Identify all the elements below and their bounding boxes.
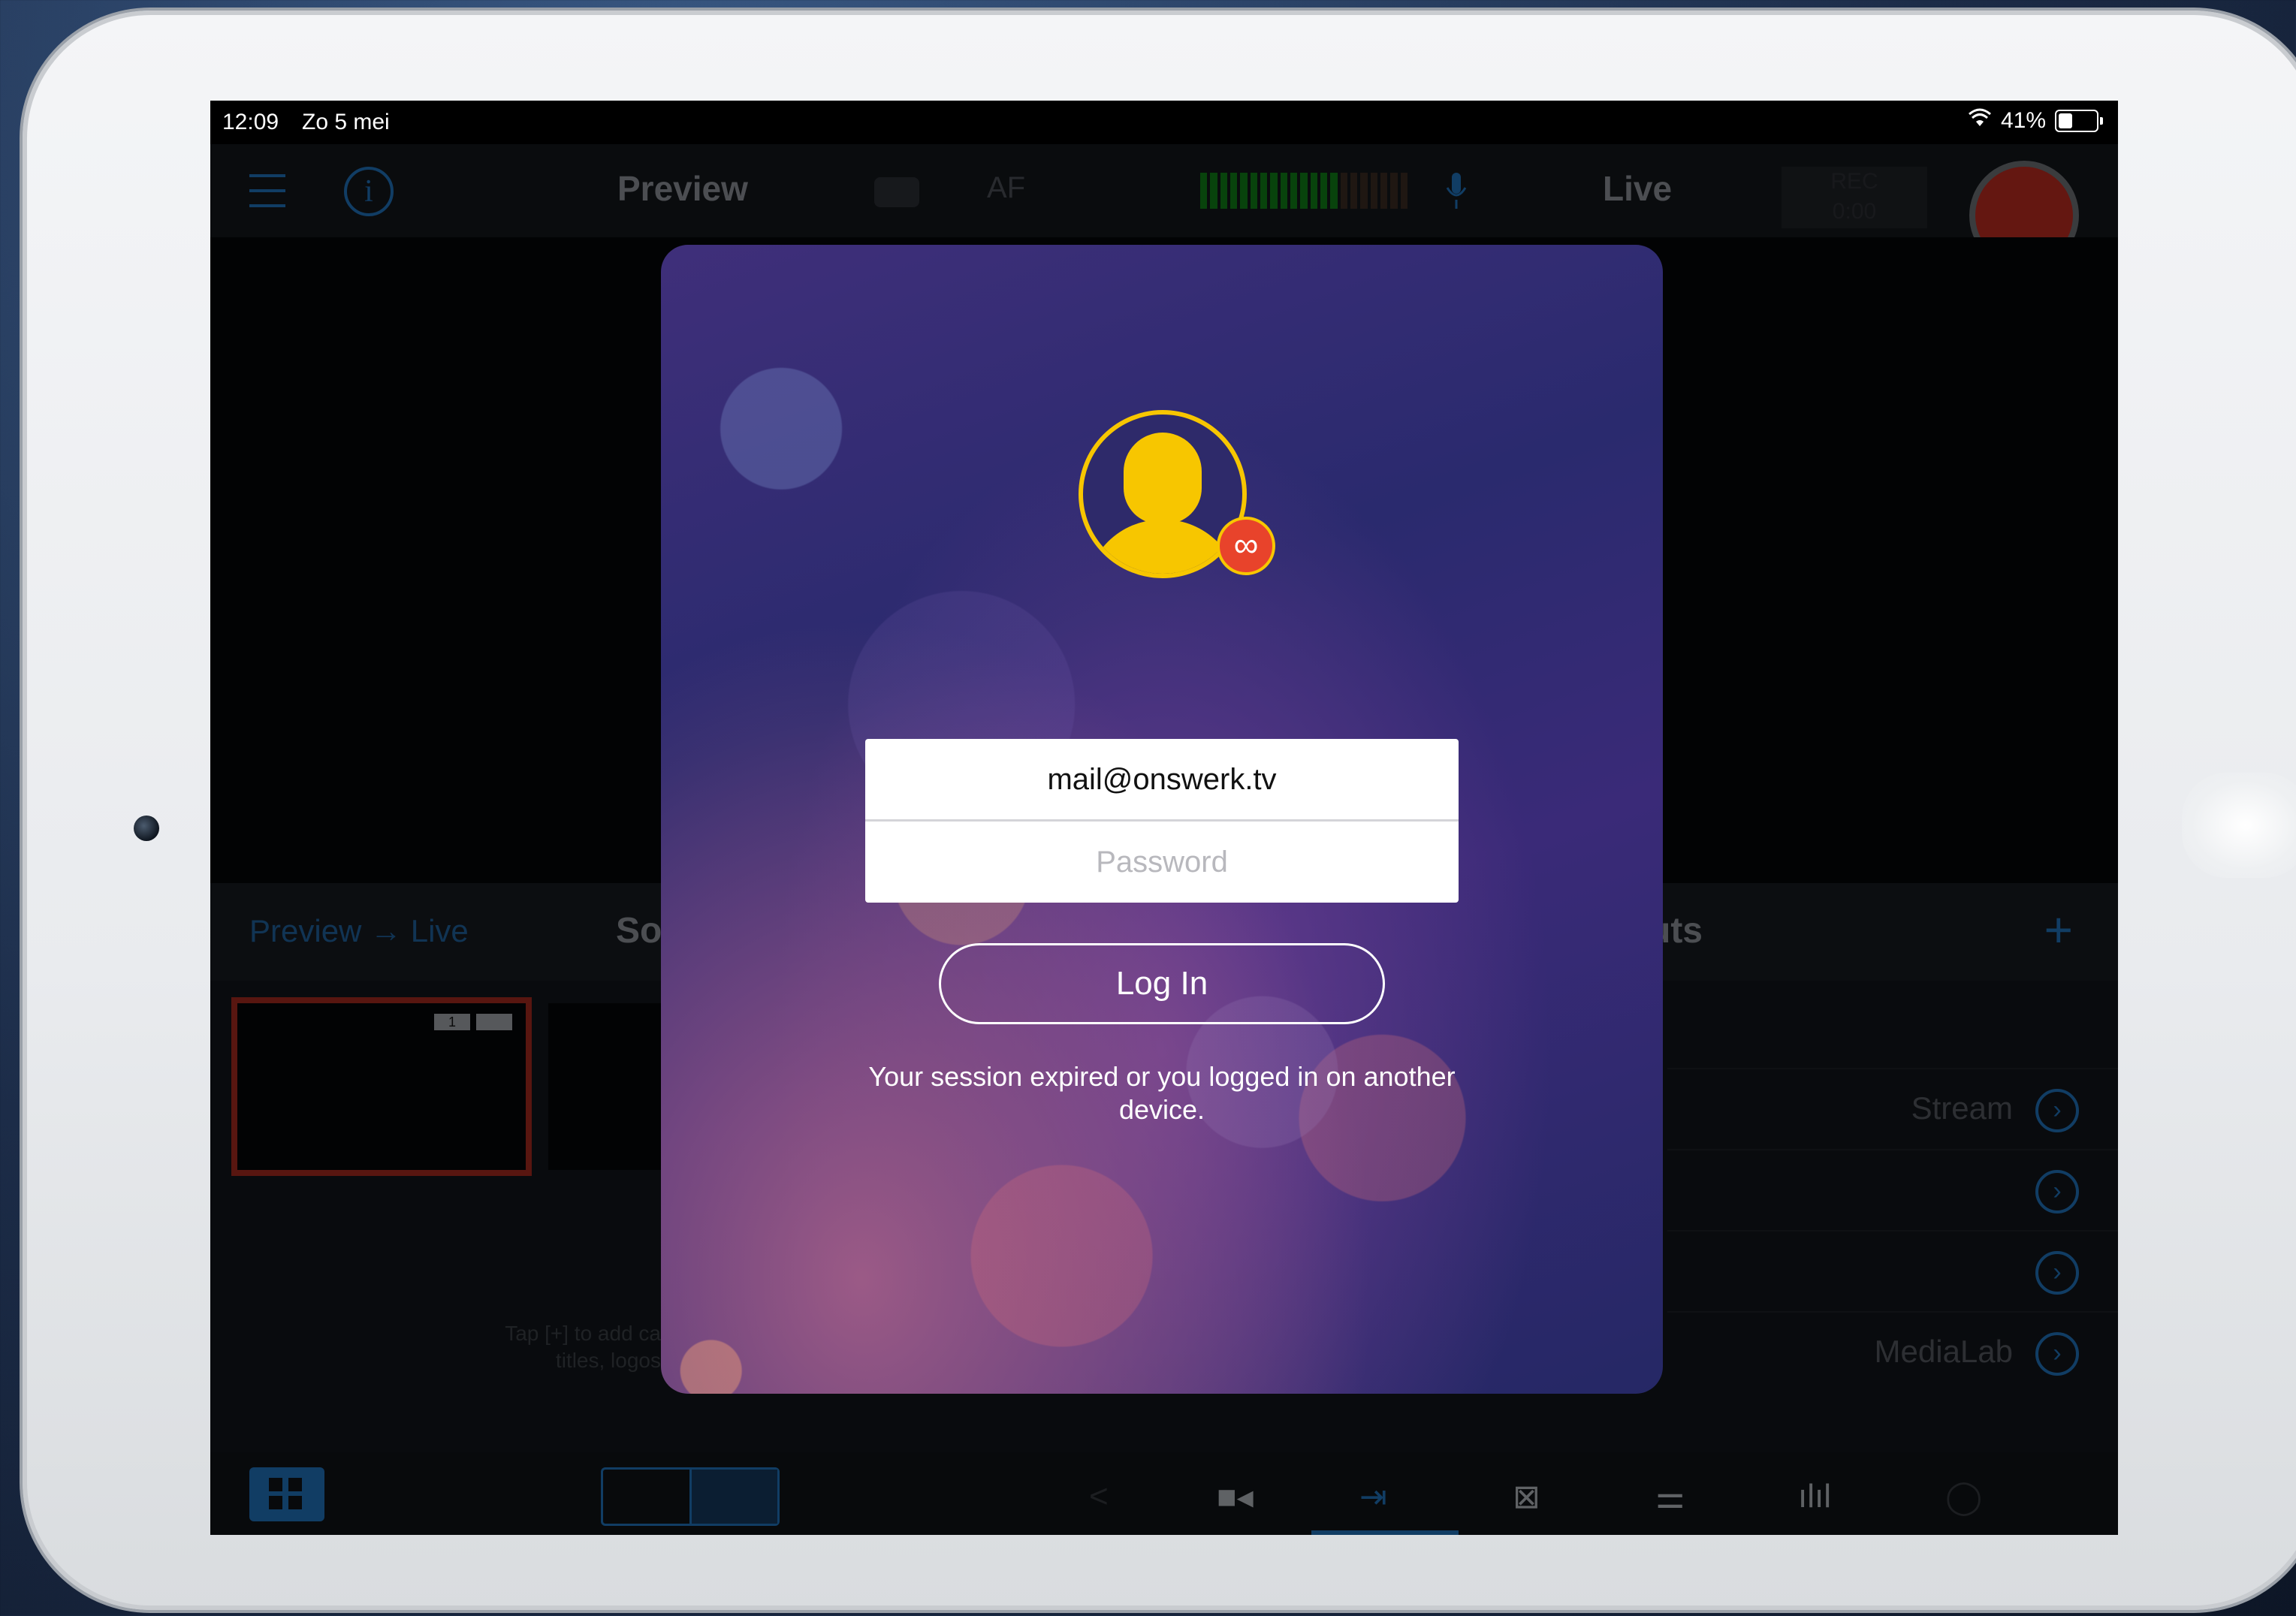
- session-expired-message: Your session expired or you logged in on…: [868, 1061, 1456, 1125]
- front-camera: [134, 816, 159, 841]
- status-right: 41%: [1968, 108, 2103, 134]
- login-modal: ∞ Log In Your session expired or you log…: [661, 245, 1663, 1394]
- password-field[interactable]: [865, 822, 1459, 903]
- status-date: Zo 5 mei: [302, 110, 390, 134]
- email-field[interactable]: [865, 739, 1459, 820]
- battery-percent: 41%: [2000, 108, 2046, 133]
- battery-level: [2059, 113, 2072, 128]
- battery-icon: [2055, 110, 2103, 132]
- status-time: 12:09: [222, 110, 279, 134]
- home-button[interactable]: [2182, 773, 2296, 878]
- ipad-screen: 12:09 Zo 5 mei 41% i Preview AF Live REC…: [210, 101, 2118, 1535]
- status-bar: 12:09 Zo 5 mei 41%: [210, 101, 2118, 144]
- login-button[interactable]: Log In: [939, 943, 1385, 1024]
- wifi-icon: [1968, 108, 1992, 134]
- link-badge-icon: ∞: [1217, 517, 1275, 575]
